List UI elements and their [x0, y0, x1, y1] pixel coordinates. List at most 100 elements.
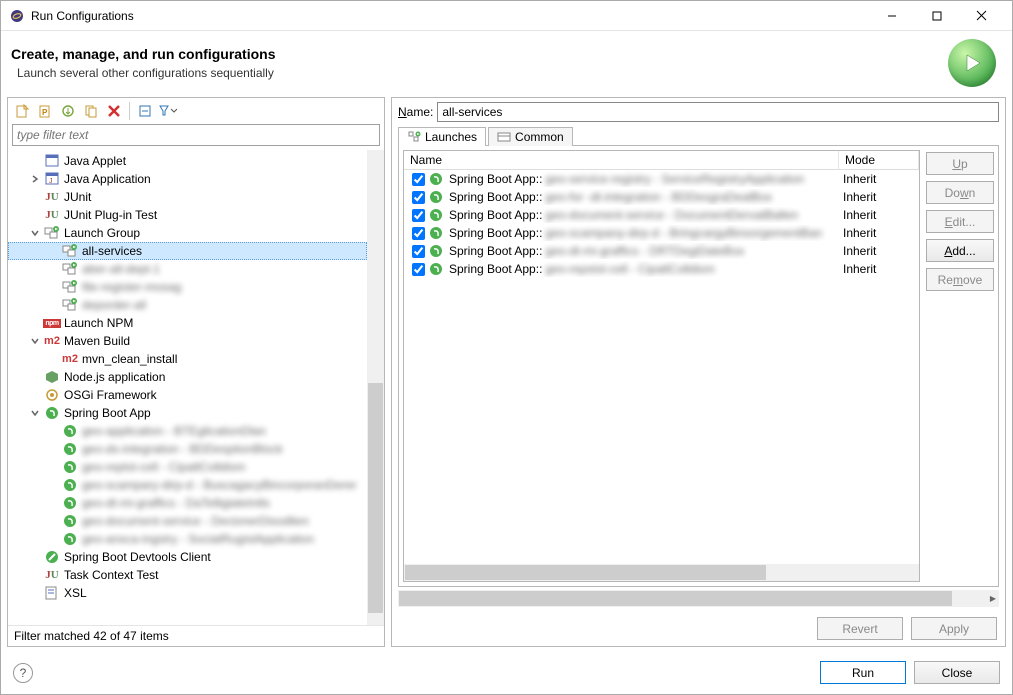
column-header-mode[interactable]: Mode	[839, 151, 919, 170]
row-mode: Inherit	[839, 262, 919, 276]
tree-item[interactable]: JUJUnit Plug-in Test	[8, 206, 367, 224]
tree-item-label: OSGi Framework	[64, 388, 157, 402]
table-row[interactable]: Spring Boot App::geo-document-service - …	[404, 206, 919, 224]
row-checkbox[interactable]	[412, 227, 425, 240]
remove-button[interactable]: Remove	[926, 268, 994, 291]
tree-item[interactable]: geo-ansca-ingstry - SociatRugistApplicat…	[8, 530, 367, 548]
svg-text:P: P	[42, 108, 48, 117]
row-checkbox[interactable]	[412, 263, 425, 276]
collapse-all-button[interactable]	[135, 101, 155, 121]
apply-button[interactable]: Apply	[911, 617, 997, 640]
config-tree[interactable]: Java AppletJJava ApplicationJUJUnitJUJUn…	[8, 150, 367, 625]
spring-icon	[428, 171, 444, 187]
tree-item[interactable]: m2Maven Build	[8, 332, 367, 350]
tree-item[interactable]: npmLaunch NPM	[8, 314, 367, 332]
tree-item-label: geo-document-service - DecionerDisodlien	[82, 514, 309, 528]
tree-item[interactable]: XSL	[8, 584, 367, 602]
table-row[interactable]: Spring Boot App::geo-repstst-cell - Cipa…	[404, 260, 919, 278]
edit-button[interactable]: Edit...	[926, 210, 994, 233]
twist-icon	[28, 154, 42, 168]
tree-item-label: JUnit	[64, 190, 91, 204]
svg-text:J: J	[49, 178, 53, 185]
twist-icon[interactable]	[28, 406, 42, 420]
new-config-button[interactable]	[12, 101, 32, 121]
tree-item-label: Launch NPM	[64, 316, 133, 330]
row-checkbox[interactable]	[412, 209, 425, 222]
spring-icon	[62, 531, 78, 547]
tree-item[interactable]: geo-dt-mi-graffics - DaTelligiateIntls	[8, 494, 367, 512]
tree-item[interactable]: geo-scampary-dirp-d - BuscagacyBincorpor…	[8, 476, 367, 494]
new-prototype-button[interactable]: P	[35, 101, 55, 121]
table-hscroll[interactable]	[404, 564, 919, 581]
tree-item[interactable]: geo-reptst-cell - CipatlColldism	[8, 458, 367, 476]
tree-item[interactable]: deporder-all	[8, 296, 367, 314]
tree-item[interactable]: JUJUnit	[8, 188, 367, 206]
tree-item-label: geo-reptst-cell - CipatlColldism	[82, 460, 245, 474]
filter-dropdown-button[interactable]	[158, 101, 178, 121]
twist-icon	[46, 460, 60, 474]
tree-item[interactable]: aber-all-dept-1	[8, 260, 367, 278]
help-icon[interactable]: ?	[13, 663, 33, 683]
duplicate-button[interactable]	[81, 101, 101, 121]
row-mode: Inherit	[839, 208, 919, 222]
tree-item[interactable]: Node.js application	[8, 368, 367, 386]
tree-item[interactable]: Spring Boot App	[8, 404, 367, 422]
add-button[interactable]: Add...	[926, 239, 994, 262]
tree-item[interactable]: OSGi Framework	[8, 386, 367, 404]
tab-launches[interactable]: Launches	[398, 127, 486, 146]
run-button[interactable]: Run	[820, 661, 906, 684]
table-row[interactable]: Spring Boot App::geo-scampany-dirp-d - B…	[404, 224, 919, 242]
header: Create, manage, and run configurations L…	[1, 31, 1012, 97]
maximize-button[interactable]	[914, 2, 959, 30]
tree-item[interactable]: all-services	[8, 242, 367, 260]
page-subtitle: Launch several other configurations sequ…	[17, 66, 948, 80]
tree-item[interactable]: geo-application - BTEglicationDlan	[8, 422, 367, 440]
close-button[interactable]: Close	[914, 661, 1000, 684]
minimize-button[interactable]	[869, 2, 914, 30]
table-row[interactable]: Spring Boot App::geo-dt-mi-graffics - DR…	[404, 242, 919, 260]
twist-icon[interactable]	[28, 334, 42, 348]
table-row[interactable]: Spring Boot App::geo-for -dt-integration…	[404, 188, 919, 206]
tree-scrollbar[interactable]	[367, 150, 384, 625]
twist-icon	[28, 568, 42, 582]
tab-common[interactable]: Common	[488, 127, 573, 146]
tree-item[interactable]: JJava Application	[8, 170, 367, 188]
twist-icon	[46, 496, 60, 510]
tree-item[interactable]: JUTask Context Test	[8, 566, 367, 584]
tree-item-label: aber-all-dept-1	[82, 262, 160, 276]
tree-item[interactable]: geo-document-service - DecionerDisodlien	[8, 512, 367, 530]
launches-tab-icon	[407, 130, 421, 144]
table-row[interactable]: Spring Boot App::geo-service-registry - …	[404, 170, 919, 188]
twist-icon[interactable]	[28, 172, 42, 186]
applet-icon	[44, 153, 60, 169]
twist-icon	[46, 442, 60, 456]
tree-item-label: Spring Boot App	[64, 406, 151, 420]
revert-button[interactable]: Revert	[817, 617, 903, 640]
node-icon	[44, 369, 60, 385]
tree-item[interactable]: Launch Group	[8, 224, 367, 242]
row-checkbox[interactable]	[412, 245, 425, 258]
tree-item[interactable]: Spring Boot Devtools Client	[8, 548, 367, 566]
up-button[interactable]: Up	[926, 152, 994, 175]
row-detail: geo-for -dt-integration - BDDesgraDealBo…	[545, 190, 772, 204]
spring-icon	[62, 513, 78, 529]
name-input[interactable]	[437, 102, 999, 122]
export-button[interactable]	[58, 101, 78, 121]
row-checkbox[interactable]	[412, 173, 425, 186]
filter-input[interactable]	[12, 124, 380, 146]
row-checkbox[interactable]	[412, 191, 425, 204]
tree-item[interactable]: Java Applet	[8, 152, 367, 170]
tree-item[interactable]: geo-ds-integration - BDDesptionBlock	[8, 440, 367, 458]
tree-item[interactable]: m2mvn_clean_install	[8, 350, 367, 368]
twist-icon	[28, 208, 42, 222]
tree-item[interactable]: file-register-mosag	[8, 278, 367, 296]
column-header-name[interactable]: Name	[404, 151, 839, 170]
panel-hscroll[interactable]	[398, 590, 999, 607]
tree-item-label: geo-scampary-dirp-d - BuscagacyBincorpor…	[82, 478, 357, 492]
tree-item-label: Maven Build	[64, 334, 130, 348]
delete-button[interactable]	[104, 101, 124, 121]
twist-icon	[28, 550, 42, 564]
down-button[interactable]: Down	[926, 181, 994, 204]
twist-icon[interactable]	[28, 226, 42, 240]
close-window-button[interactable]	[959, 2, 1004, 30]
